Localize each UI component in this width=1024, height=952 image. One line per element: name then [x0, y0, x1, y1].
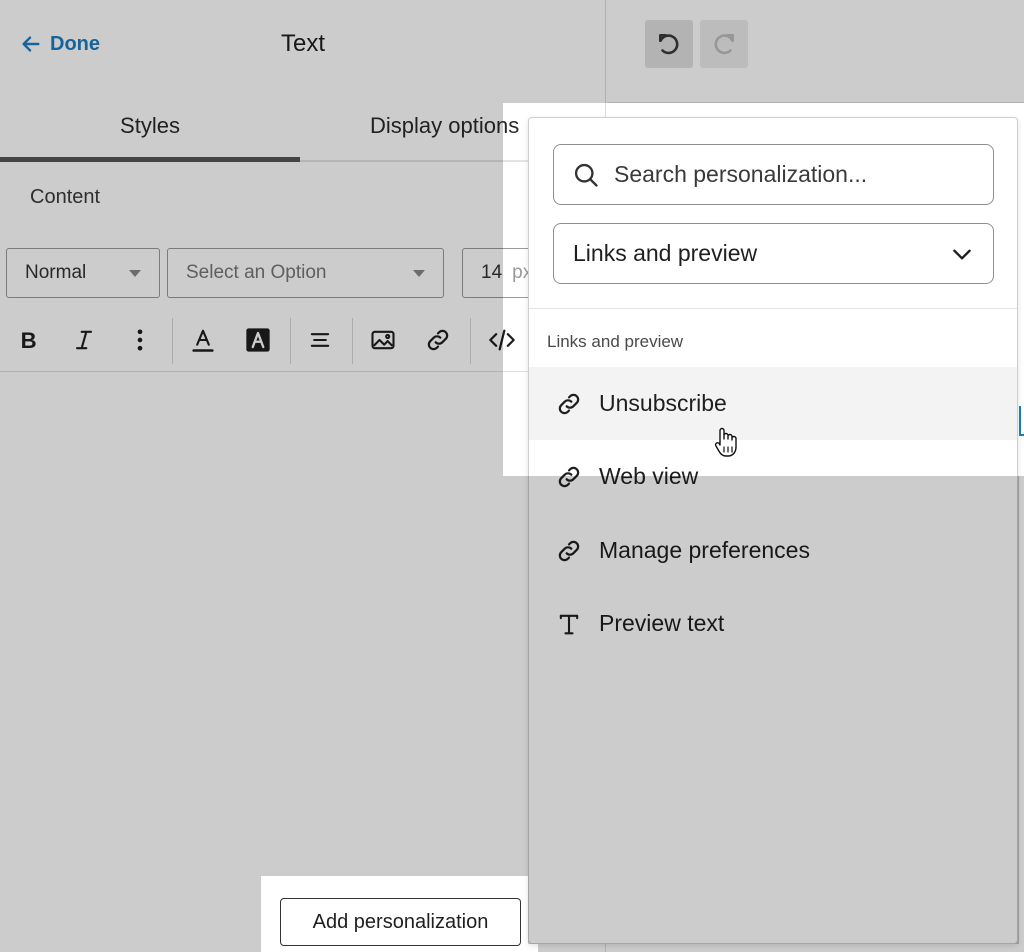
menu-item-web-view[interactable]: Web view: [529, 440, 1017, 513]
toolbar-divider: [470, 318, 471, 364]
menu-item-label: Unsubscribe: [599, 390, 727, 416]
text-color-icon: [192, 329, 214, 352]
popover-divider: [529, 308, 1017, 309]
category-select[interactable]: Links and preview: [553, 223, 994, 284]
toolbar-divider: [172, 318, 173, 364]
menu-item-label: Web view: [599, 463, 699, 489]
chevron-down-icon: [953, 249, 971, 260]
code-icon: [489, 329, 515, 351]
menu-item-preview-text[interactable]: Preview text: [529, 587, 1017, 660]
canvas-selection-edge: [1019, 406, 1024, 436]
more-vertical-icon: [137, 329, 143, 351]
search-icon: [574, 163, 598, 187]
formatting-toolbar: B: [0, 312, 606, 372]
highlight-color-icon: [246, 328, 270, 352]
add-personalization-button[interactable]: Add personalization: [280, 898, 521, 946]
paragraph-style-select[interactable]: Normal: [6, 248, 160, 298]
link-icon: [558, 466, 580, 487]
content-section-label: Content: [30, 186, 101, 208]
tab-bar: Styles Display options: [0, 100, 606, 162]
text-editor-area[interactable]: [0, 373, 606, 883]
svg-text:B: B: [21, 328, 37, 353]
search-input[interactable]: [614, 161, 974, 188]
panel-title: Text: [280, 30, 325, 57]
insert-code-button[interactable]: [482, 320, 522, 360]
text-type-icon: [559, 614, 579, 634]
bold-button[interactable]: B: [10, 320, 50, 360]
toolbar-divider: [352, 318, 353, 364]
highlight-color-button[interactable]: [238, 320, 278, 360]
text-editor-panel: Done Text Styles Display options Content…: [0, 0, 612, 952]
link-icon: [427, 329, 449, 351]
paragraph-style-value: Normal: [25, 262, 87, 283]
undo-button[interactable]: [645, 20, 693, 68]
tab-styles[interactable]: Styles: [0, 100, 300, 162]
align-button[interactable]: [300, 320, 340, 360]
category-selected-value: Links and preview: [573, 240, 758, 266]
menu-item-label: Preview text: [599, 610, 725, 636]
italic-icon: [75, 330, 93, 350]
link-icon: [558, 393, 580, 414]
personalization-search[interactable]: [553, 144, 994, 205]
personalization-popover: Links and preview Links and preview Unsu…: [528, 117, 1018, 944]
font-family-select[interactable]: Select an Option: [167, 248, 444, 298]
more-options-button[interactable]: [120, 320, 160, 360]
menu-item-unsubscribe[interactable]: Unsubscribe: [529, 367, 1017, 440]
canvas-divider: [607, 102, 1024, 103]
redo-icon: [714, 34, 734, 55]
toolbar-divider: [290, 318, 291, 364]
font-family-placeholder: Select an Option: [186, 262, 327, 283]
redo-button[interactable]: [700, 20, 748, 68]
font-size-value: 14: [481, 262, 503, 283]
caret-down-icon: [129, 270, 141, 277]
group-label: Links and preview: [547, 332, 684, 351]
menu-item-label: Manage preferences: [599, 537, 810, 563]
menu-item-manage-preferences[interactable]: Manage preferences: [529, 514, 1017, 587]
caret-down-icon: [413, 270, 425, 277]
insert-image-button[interactable]: [363, 320, 403, 360]
text-color-button[interactable]: [183, 320, 223, 360]
align-center-icon: [310, 333, 330, 347]
link-icon: [558, 540, 580, 561]
undo-icon: [659, 34, 679, 55]
italic-button[interactable]: [64, 320, 104, 360]
bold-icon: B: [21, 328, 37, 353]
panel-header: Done Text: [0, 0, 606, 88]
insert-link-button[interactable]: [418, 320, 458, 360]
image-icon: [371, 330, 395, 350]
